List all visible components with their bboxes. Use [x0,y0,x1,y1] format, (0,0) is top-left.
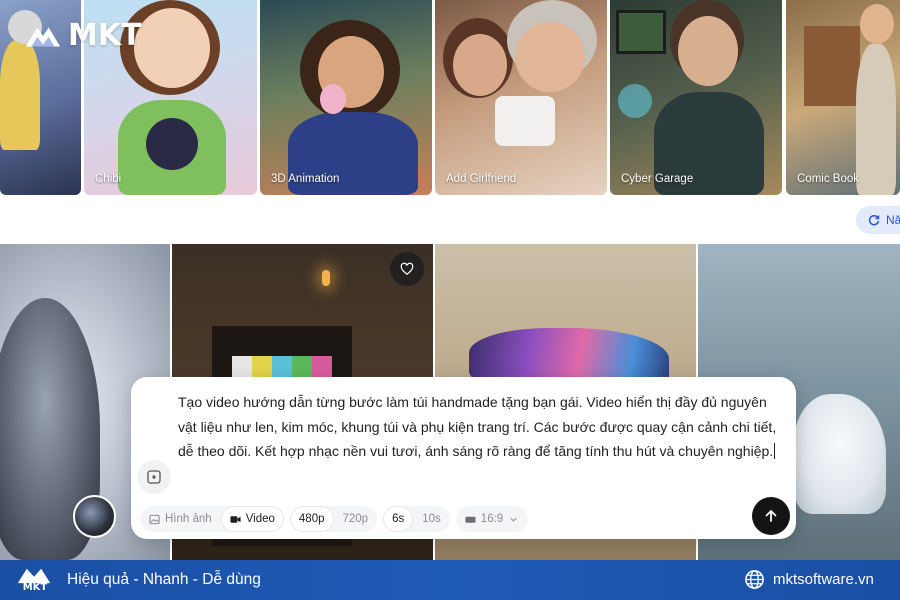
heart-icon [400,262,414,276]
refresh-icon [868,214,880,226]
figure-decoration [320,84,346,114]
resolution-480-label: 480p [298,513,325,525]
resolution-720-label: 720p [342,513,369,525]
arrow-up-icon [765,510,777,522]
add-media-button[interactable] [137,460,171,494]
favorite-button[interactable] [390,252,424,286]
figure-decoration [678,16,738,86]
style-strip: MKT Chibi 3D Animation Add Girlfriend Cy… [0,0,900,196]
style-card-add-girlfriend[interactable]: Add Girlfriend [435,0,607,195]
style-card-label: Comic Book [797,173,859,185]
footer-logo: MKT [16,565,54,595]
style-card-label: 3D Animation [271,173,340,185]
video-mode-label: Video [245,513,275,525]
figure-decoration [0,40,40,150]
prompt-text: Tạo video hướng dẫn từng bước làm túi ha… [178,394,777,459]
figure-decoration [515,22,585,92]
website-url: mktsoftware.vn [773,571,874,588]
resolution-720-button[interactable]: 720p [334,506,378,532]
figure-decoration [146,118,198,170]
chevron-down-icon [510,517,517,522]
send-button[interactable] [752,497,790,535]
duration-toggle: 6s 10s [383,506,450,532]
style-card-label: Cyber Garage [621,173,694,185]
image-add-icon [147,470,161,484]
style-card-3d-animation[interactable]: 3D Animation [260,0,432,195]
prompt-input[interactable]: Tạo video hướng dẫn từng bước làm túi ha… [178,390,778,464]
style-card-label: Add Girlfriend [446,173,517,185]
image-icon [149,514,160,524]
avatar[interactable] [73,495,116,538]
video-icon [230,515,241,523]
footer-logo-text: MKT [22,582,48,593]
image-mode-label: Hình ảnh [165,513,212,525]
duration-6s-label: 6s [392,513,405,525]
refresh-label: Nă [886,213,900,227]
figure-decoration [134,8,210,88]
figure-decoration [804,26,860,106]
figure-decoration [322,270,330,286]
figure-decoration [495,96,555,146]
footer-tagline: Hiệu quả - Nhanh - Dễ dùng [67,571,261,588]
website-link[interactable]: mktsoftware.vn [744,569,874,590]
resolution-480-button[interactable]: 480p [289,506,334,532]
aspect-ratio-label: 16:9 [480,513,504,525]
aspect-ratio-icon [465,516,476,523]
duration-10s-button[interactable]: 10s [413,506,450,532]
prompt-composer: Tạo video hướng dẫn từng bước làm túi ha… [131,377,796,539]
brand-logo: MKT [24,18,142,53]
globe-icon [745,570,764,589]
brand-name: MKT [68,18,142,53]
image-mode-button[interactable]: Hình ảnh [140,506,221,532]
footer-banner: MKT Hiệu quả - Nhanh - Dễ dùng mktsoftwa… [0,560,900,600]
style-card-comic-book[interactable]: Comic Book [786,0,900,195]
generation-options: Hình ảnh Video 480p 720p 6s 10s 16:9 [140,506,529,532]
text-caret [774,443,776,459]
aspect-ratio-select[interactable]: 16:9 [455,506,529,532]
figure-decoration [616,10,666,54]
resolution-toggle: 480p 720p [289,506,378,532]
media-type-toggle: Hình ảnh Video [140,506,284,532]
style-card-label: Chibi [95,173,122,185]
figure-decoration [618,84,652,118]
figure-decoration [453,34,507,96]
figure-decoration [794,394,886,514]
figure-decoration [856,44,896,195]
style-card-cyber-garage[interactable]: Cyber Garage [610,0,782,195]
mkt-logo-icon [25,26,61,46]
duration-6s-button[interactable]: 6s [383,506,414,532]
video-mode-button[interactable]: Video [220,506,284,532]
duration-10s-label: 10s [422,513,441,525]
figure-decoration [860,4,894,44]
refresh-button[interactable]: Nă [856,206,900,234]
